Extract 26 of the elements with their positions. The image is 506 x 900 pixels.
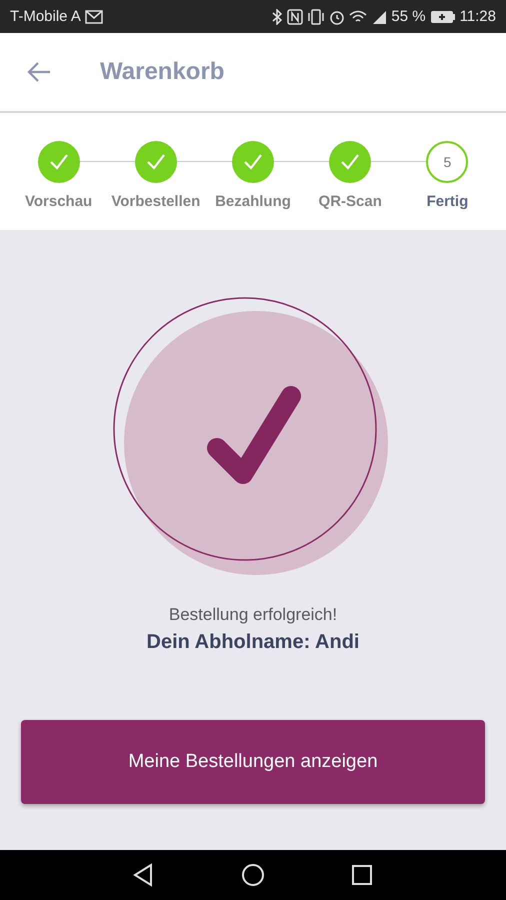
step-number: 5 (444, 154, 452, 170)
check-icon (340, 153, 360, 171)
step-label: QR-Scan (318, 193, 382, 210)
nfc-icon (287, 8, 304, 24)
message-icon (84, 10, 103, 24)
check-icon (146, 153, 166, 171)
success-message: Bestellung erfolgreich! (168, 605, 338, 625)
step-label: Bezahlung (215, 193, 291, 210)
home-icon[interactable] (240, 862, 266, 888)
show-orders-button[interactable]: Meine Bestellungen anzeigen (21, 720, 485, 804)
clock-time: 11:28 (460, 8, 496, 25)
alarm-icon (329, 8, 346, 24)
vibrate-icon (307, 8, 326, 24)
step-label: Vorbestellen (111, 193, 200, 210)
pickup-name: Dein Abholname: Andi (146, 631, 360, 654)
screen-title: Warenkorb (100, 58, 224, 86)
check-icon (48, 153, 69, 171)
wifi-icon (349, 8, 368, 24)
step-label: Fertig (426, 193, 468, 210)
check-icon (243, 153, 263, 171)
battery-icon (430, 10, 456, 24)
signal-icon (371, 8, 388, 24)
battery-percent: 55 % (391, 8, 426, 25)
bluetooth-icon (271, 8, 284, 24)
step-label: Vorschau (24, 193, 92, 210)
carrier-name: T-Mobile A (10, 8, 81, 25)
